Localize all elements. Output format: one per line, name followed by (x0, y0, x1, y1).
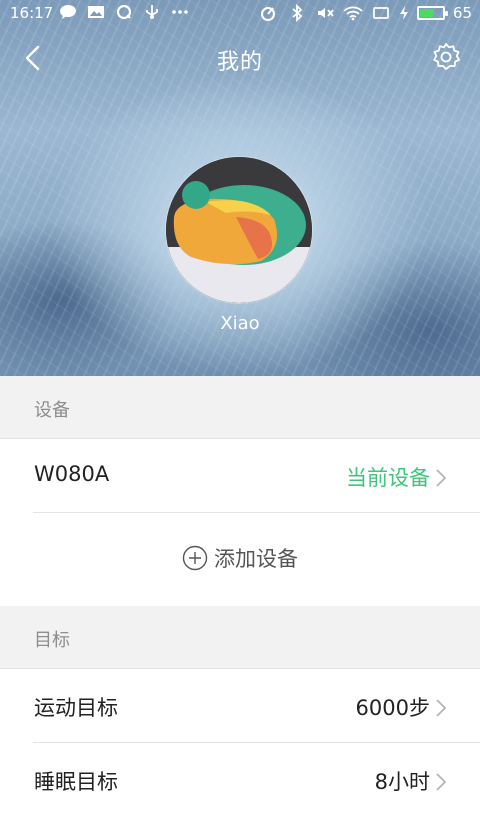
add-device-label: 添加设备 (214, 547, 298, 571)
chevron-right-icon (436, 773, 447, 791)
sleep-goal-label: 睡眠目标 (34, 770, 118, 794)
page-title: 我的 (216, 50, 263, 75)
gear-icon (433, 43, 460, 70)
battery-level: 65 (452, 4, 472, 22)
avatar-image (166, 157, 312, 303)
q-icon (114, 3, 134, 21)
section-title-goal: 目标 (34, 630, 70, 651)
status-time: 16:17 (10, 4, 54, 22)
battery-fill (419, 9, 434, 17)
notification-icons (58, 3, 190, 21)
add-circle-icon (182, 545, 208, 571)
device-row[interactable]: W080A 当前设备 (0, 439, 480, 513)
current-device-label: 当前设备 (346, 466, 430, 490)
more-dots-icon (170, 3, 190, 21)
battery-icon (416, 6, 448, 20)
system-icons: 65 (259, 4, 472, 22)
status-bar: 16:17 65 (0, 0, 480, 28)
avatar[interactable] (166, 157, 312, 303)
image-icon (86, 3, 106, 21)
username: Xiao (220, 313, 260, 334)
nfc-icon (259, 4, 279, 22)
chevron-right-icon (436, 469, 447, 487)
charging-icon (399, 4, 409, 22)
settings-button[interactable] (430, 41, 462, 73)
nav-bar: 我的 (0, 36, 480, 80)
exercise-goal-row[interactable]: 运动目标 6000步 (0, 669, 480, 743)
mute-icon (315, 4, 335, 22)
usb-icon (142, 3, 162, 21)
device-name: W080A (34, 462, 110, 486)
section-header-goal: 目标 (0, 606, 480, 669)
chat-icon (58, 3, 78, 21)
add-device-button[interactable]: 添加设备 (0, 513, 480, 605)
sleep-goal-value: 8小时 (374, 770, 430, 794)
sleep-goal-row[interactable]: 睡眠目标 8小时 (0, 743, 480, 817)
bluetooth-icon (287, 4, 307, 22)
wifi-icon (343, 4, 363, 22)
section-title-device: 设备 (34, 400, 70, 421)
chevron-right-icon (436, 699, 447, 717)
section-header-device: 设备 (0, 376, 480, 439)
profile-header-background: 16:17 65 我的 Xiao (0, 0, 480, 376)
exercise-goal-value: 6000步 (355, 696, 430, 720)
exercise-goal-label: 运动目标 (34, 696, 118, 720)
screen-icon (371, 4, 391, 22)
